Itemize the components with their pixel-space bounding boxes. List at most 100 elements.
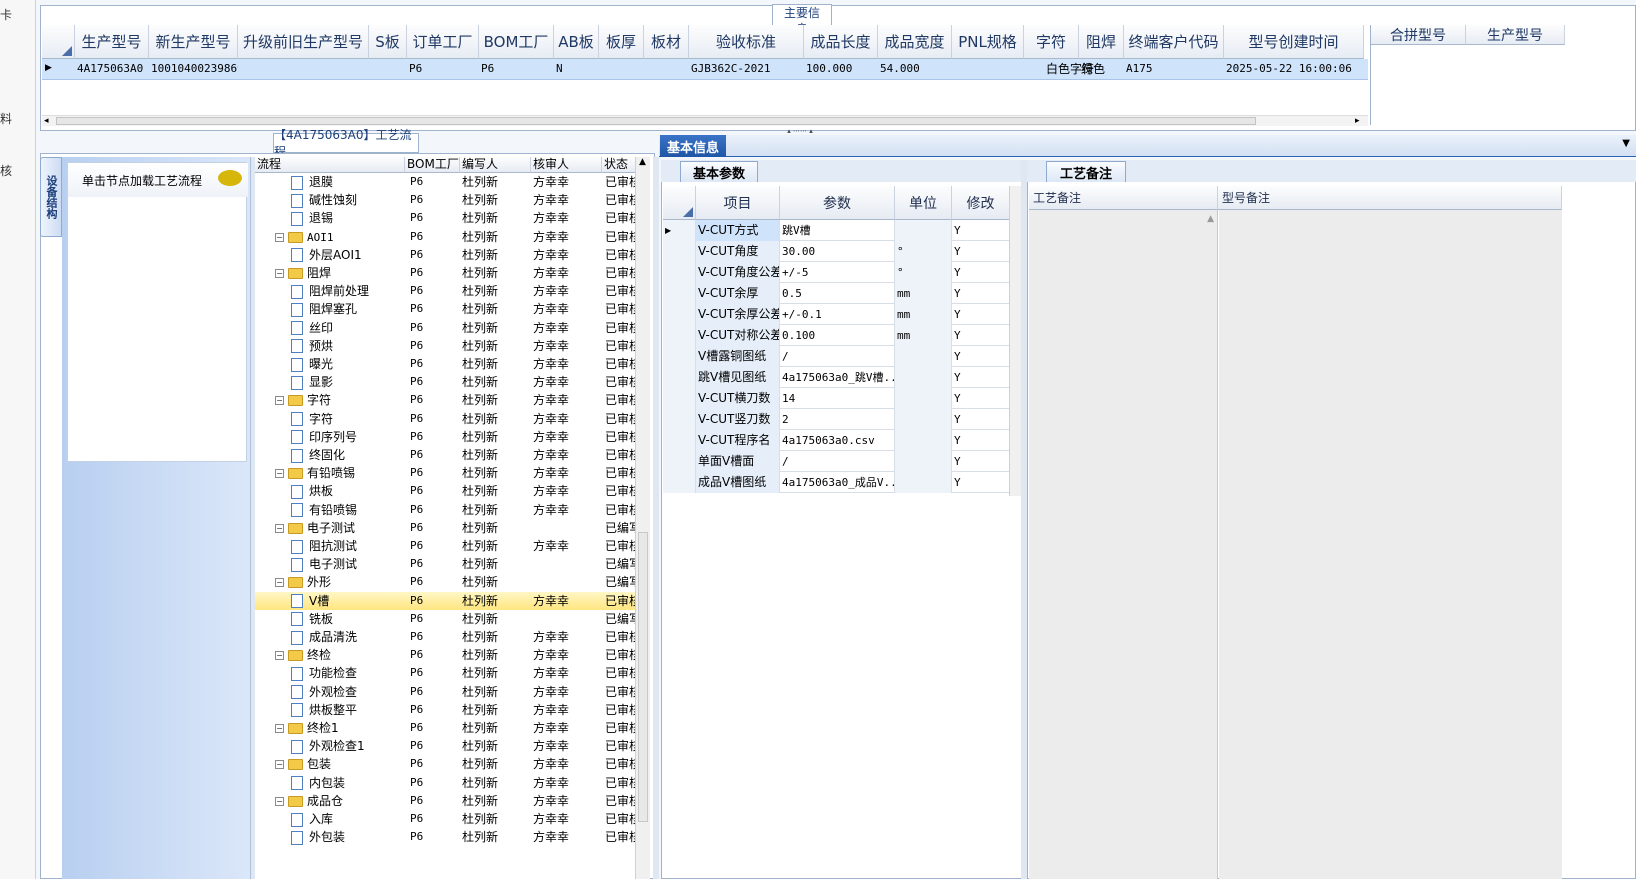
tree-row[interactable]: − 成品仓 P6 杜列新 方幸幸 已审核 — [255, 792, 635, 810]
tree-node[interactable]: 有铅喷锡 — [255, 501, 405, 519]
param-modify[interactable]: Y — [952, 472, 1010, 493]
tree-row[interactable]: − 外形 P6 杜列新 已编写 — [255, 573, 635, 591]
tree-row[interactable]: 外层AOI1 P6 杜列新 方幸幸 已审核 — [255, 246, 635, 264]
tree-node[interactable]: 成品清洗 — [255, 628, 405, 646]
merge-col-0[interactable]: 合拼型号 — [1371, 25, 1466, 45]
tree-node[interactable]: 铣板 — [255, 610, 405, 628]
params-col-header[interactable]: 参数 — [780, 186, 895, 220]
col-header[interactable]: 升级前旧生产型号 — [238, 25, 369, 59]
row-header[interactable] — [663, 367, 696, 388]
col-header[interactable]: S板 — [369, 25, 407, 59]
params-row[interactable]: 跳V槽见图纸 4a175063a0_跳V槽... Y — [663, 367, 1010, 388]
tree-col-header[interactable]: 编写人 — [460, 157, 531, 173]
param-param[interactable]: 4a175063a0.csv — [780, 430, 895, 451]
nav-char-0[interactable]: 卡 — [0, 6, 12, 23]
tree-node[interactable]: − 电子测试 — [255, 519, 405, 537]
col-header[interactable]: 板材 — [644, 25, 689, 59]
row-header[interactable] — [663, 388, 696, 409]
param-param[interactable]: / — [780, 451, 895, 472]
param-modify[interactable]: Y — [952, 283, 1010, 304]
cell-value[interactable]: P6 — [481, 59, 554, 79]
tree-row[interactable]: 退锡 P6 杜列新 方幸幸 已审核 — [255, 209, 635, 227]
cell-value[interactable]: 4A175063A0 — [77, 59, 149, 79]
tree-node[interactable]: − 成品仓 — [255, 792, 405, 810]
cell-value[interactable]: 100.000 — [806, 59, 878, 79]
param-modify[interactable]: Y — [952, 304, 1010, 325]
param-param[interactable]: 30.00 — [780, 241, 895, 262]
row-header[interactable] — [663, 262, 696, 283]
tree-row[interactable]: 退膜 P6 杜列新 方幸幸 已审核 — [255, 173, 635, 191]
collapse-icon[interactable]: − — [275, 232, 284, 242]
col-header[interactable]: 成品宽度 — [878, 25, 952, 59]
row-header[interactable] — [663, 451, 696, 472]
param-modify[interactable]: Y — [952, 241, 1010, 262]
tree-row[interactable]: 碱性蚀刻 P6 杜列新 方幸幸 已审核 — [255, 191, 635, 209]
tree-row[interactable]: 丝印 P6 杜列新 方幸幸 已审核 — [255, 319, 635, 337]
col-header[interactable]: 型号创建时间 — [1224, 25, 1364, 59]
tree-row[interactable]: − 有铅喷锡 P6 杜列新 方幸幸 已审核 — [255, 464, 635, 482]
tree-row[interactable]: 电子测试 P6 杜列新 已编写 — [255, 555, 635, 573]
param-param[interactable]: 4a175063a0_成品V... — [780, 472, 895, 493]
tree-row[interactable]: 外观检查1 P6 杜列新 方幸幸 已审核 — [255, 737, 635, 755]
param-modify[interactable]: Y — [952, 325, 1010, 346]
tree-node[interactable]: − 终检 — [255, 646, 405, 664]
row-header[interactable] — [663, 283, 696, 304]
tree-row[interactable]: 阻抗测试 P6 杜列新 方幸幸 已审核 — [255, 537, 635, 555]
cell-value[interactable]: GJB362C-2021 — [691, 59, 804, 79]
param-modify[interactable]: Y — [952, 220, 1010, 241]
tree-row[interactable]: 铣板 P6 杜列新 已编写 — [255, 610, 635, 628]
tree-node[interactable]: − 阻焊 — [255, 264, 405, 282]
col-header[interactable]: 订单工厂 — [407, 25, 479, 59]
tree-node[interactable]: 显影 — [255, 373, 405, 391]
tree-node[interactable]: 阻焊塞孔 — [255, 300, 405, 318]
params-row[interactable]: V槽露铜图纸 / Y — [663, 346, 1010, 367]
params-row[interactable]: 成品V槽图纸 4a175063a0_成品V... Y — [663, 472, 1010, 493]
tree-row[interactable]: 烘板 P6 杜列新 方幸幸 已审核 — [255, 482, 635, 500]
params-col-header[interactable]: 项目 — [696, 186, 780, 220]
tabbar-dropdown-icon[interactable]: ▼ — [1622, 138, 1630, 149]
center-splitter[interactable] — [653, 157, 659, 879]
tree-row[interactable]: − 字符 P6 杜列新 方幸幸 已审核 — [255, 391, 635, 409]
param-param[interactable]: +/-0.1 — [780, 304, 895, 325]
tree-row[interactable]: 显影 P6 杜列新 方幸幸 已审核 — [255, 373, 635, 391]
col-header[interactable]: 字符 — [1024, 25, 1079, 59]
tree-node[interactable]: 内包装 — [255, 774, 405, 792]
tree-col-header[interactable]: 状态 — [602, 157, 637, 173]
tree-node[interactable]: 曝光 — [255, 355, 405, 373]
process-remarks-text[interactable]: ▲ — [1029, 210, 1218, 879]
params-row[interactable]: V-CUT横刀数 14 Y — [663, 388, 1010, 409]
tree-row[interactable]: 烘板整平 P6 杜列新 方幸幸 已审核 — [255, 701, 635, 719]
params-vscroll[interactable] — [1009, 186, 1021, 496]
param-param[interactable]: +/-5 — [780, 262, 895, 283]
params-row[interactable]: V-CUT角度公差 +/-5 ° Y — [663, 262, 1010, 283]
params-col-header[interactable]: 单位 — [895, 186, 952, 220]
scroll-left-icon[interactable]: ◂ — [44, 116, 49, 126]
params-row[interactable]: 单面V槽面 / Y — [663, 451, 1010, 472]
tree-node[interactable]: 外观检查 — [255, 683, 405, 701]
nav-char-1[interactable]: 料 — [0, 110, 12, 127]
param-modify[interactable]: Y — [952, 430, 1010, 451]
scroll-up-icon[interactable]: ▲ — [639, 157, 646, 167]
col-header[interactable]: 终端客户代码 — [1124, 25, 1224, 59]
col-header[interactable]: 阻焊 — [1079, 25, 1124, 59]
param-modify[interactable]: Y — [952, 388, 1010, 409]
param-param[interactable]: 0.5 — [780, 283, 895, 304]
cell-value[interactable]: 54.000 — [880, 59, 952, 79]
tree-node[interactable]: 外包装 — [255, 828, 405, 846]
cell-value[interactable]: A175 — [1126, 59, 1224, 79]
tree-node[interactable]: 阻抗测试 — [255, 537, 405, 555]
tree-node[interactable]: 退膜 — [255, 173, 405, 191]
tree-row[interactable]: 终固化 P6 杜列新 方幸幸 已审核 — [255, 446, 635, 464]
row-header[interactable] — [663, 409, 696, 430]
cell-value[interactable]: 10010400239869 — [151, 59, 238, 79]
tree-row[interactable]: 功能检查 P6 杜列新 方幸幸 已审核 — [255, 664, 635, 682]
tree-row[interactable]: 字符 P6 杜列新 方幸幸 已审核 — [255, 410, 635, 428]
params-col-header[interactable]: 修改 — [952, 186, 1010, 220]
tree-row[interactable]: 有铅喷锡 P6 杜列新 方幸幸 已审核 — [255, 501, 635, 519]
tree-row[interactable]: − 包装 P6 杜列新 方幸幸 已审核 — [255, 755, 635, 773]
tree-row[interactable]: 阻焊前处理 P6 杜列新 方幸幸 已审核 — [255, 282, 635, 300]
param-param[interactable]: 14 — [780, 388, 895, 409]
tree-row[interactable]: 外包装 P6 杜列新 方幸幸 已审核 — [255, 828, 635, 846]
col-header[interactable]: 验收标准 — [689, 25, 804, 59]
tree-node[interactable]: 入库 — [255, 810, 405, 828]
